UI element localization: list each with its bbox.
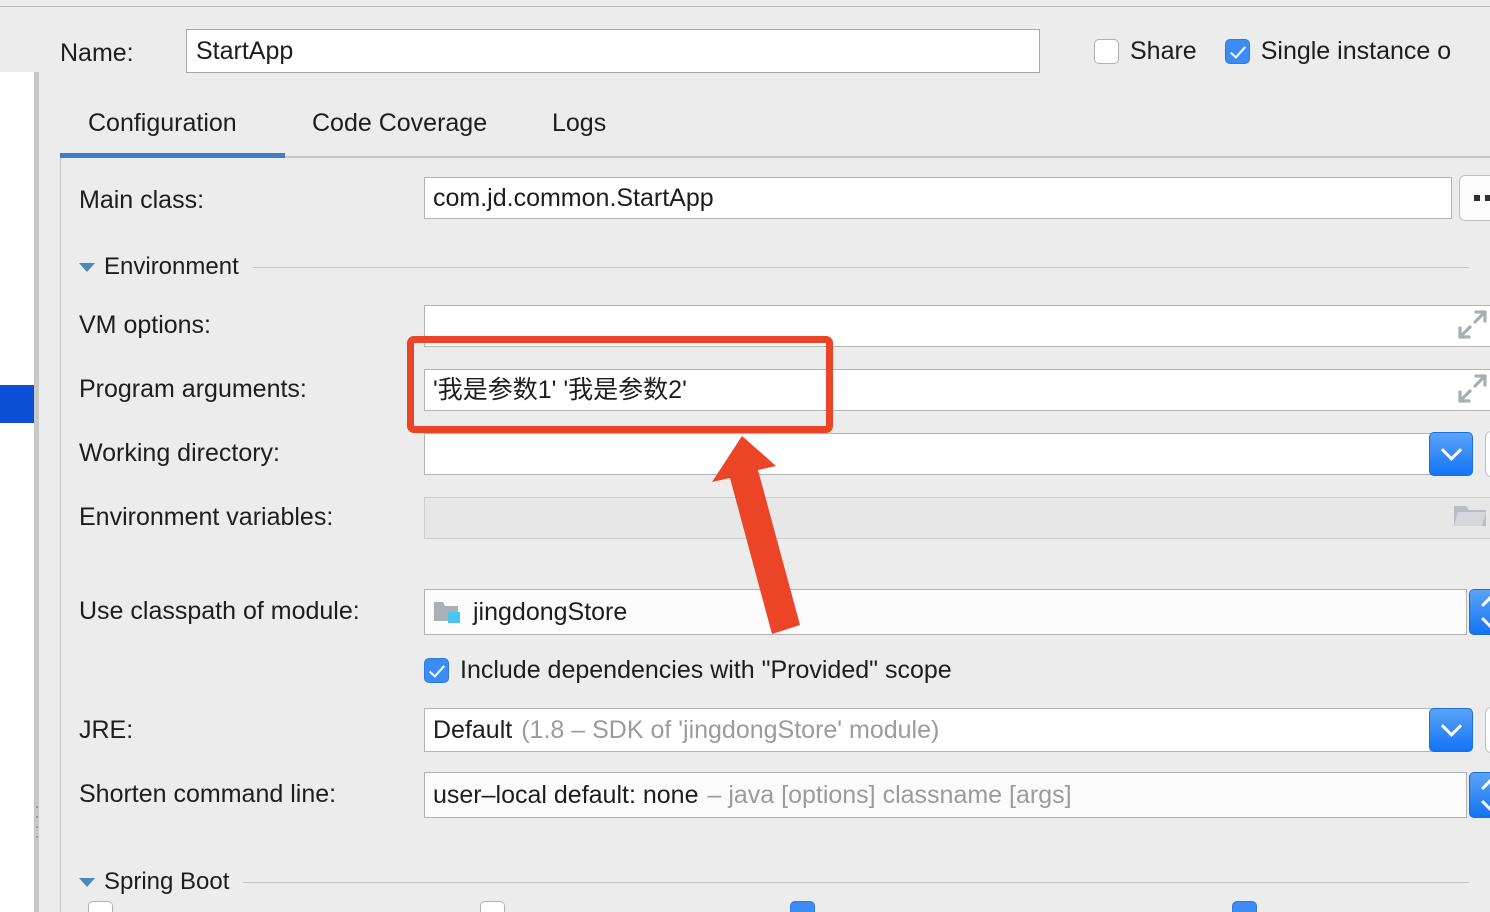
expand-arrows-icon[interactable] bbox=[1457, 310, 1487, 340]
share-checkbox[interactable] bbox=[1094, 38, 1119, 64]
include-provided-row: Include dependencies with "Provided" sco… bbox=[424, 656, 952, 685]
spring-boot-option-2-checkbox[interactable] bbox=[480, 901, 505, 912]
header-options: Share Single instance o bbox=[1094, 29, 1451, 73]
single-instance-checkbox[interactable] bbox=[1224, 38, 1250, 64]
environment-section-header[interactable]: Environment bbox=[79, 253, 1469, 281]
classpath-module-label: Use classpath of module: bbox=[79, 597, 360, 625]
stepper-down-icon bbox=[1481, 792, 1490, 813]
program-arguments-label: Program arguments: bbox=[79, 375, 307, 403]
shorten-command-line-label: Shorten command line: bbox=[79, 780, 337, 808]
shorten-command-line-stepper[interactable] bbox=[1469, 772, 1490, 818]
name-label: Name: bbox=[60, 39, 134, 67]
shorten-command-line-hint: – java [options] classname [args] bbox=[707, 780, 1072, 809]
share-label: Share bbox=[1130, 36, 1197, 65]
include-provided-label: Include dependencies with "Provided" sco… bbox=[460, 656, 952, 684]
vm-options-input[interactable] bbox=[424, 305, 1490, 347]
spring-boot-option-1-checkbox[interactable] bbox=[88, 901, 113, 912]
project-tree-panel[interactable] bbox=[0, 72, 34, 912]
expand-arrows-icon[interactable] bbox=[1457, 374, 1487, 404]
chevron-down-icon bbox=[1440, 715, 1462, 737]
classpath-module-stepper[interactable] bbox=[1469, 589, 1490, 635]
name-input[interactable] bbox=[186, 29, 1040, 73]
main-class-value: com.jd.common.StartApp bbox=[433, 183, 714, 212]
spring-boot-section-label: Spring Boot bbox=[104, 868, 230, 895]
single-instance-label: Single instance o bbox=[1260, 36, 1452, 65]
module-folder-icon bbox=[434, 602, 460, 623]
spring-boot-option-3-checkbox[interactable] bbox=[790, 901, 815, 912]
working-directory-dropdown-button[interactable] bbox=[1429, 432, 1473, 476]
main-class-browse-button[interactable] bbox=[1459, 175, 1490, 221]
vm-options-label: VM options: bbox=[79, 311, 212, 339]
spring-boot-section-header[interactable]: Spring Boot bbox=[79, 868, 1469, 896]
section-divider bbox=[243, 881, 1469, 883]
dialog-body: Name: Share Single instance o Configurat… bbox=[39, 7, 1490, 912]
main-class-input[interactable]: com.jd.common.StartApp bbox=[424, 177, 1452, 219]
chevron-down-icon bbox=[1440, 439, 1462, 461]
jre-value: Default bbox=[433, 715, 513, 744]
ellipsis-icon bbox=[1474, 195, 1480, 201]
stepper-down-icon bbox=[1481, 609, 1490, 630]
spring-boot-option-4-checkbox[interactable] bbox=[1232, 901, 1257, 912]
working-directory-browse-button[interactable] bbox=[1485, 431, 1490, 477]
triangle-down-icon[interactable] bbox=[79, 877, 95, 887]
jre-value-hint: (1.8 – SDK of 'jingdongStore' module) bbox=[521, 715, 940, 744]
triangle-down-icon[interactable] bbox=[79, 262, 95, 272]
classpath-module-value: jingdongStore bbox=[473, 597, 628, 626]
run-configuration-dialog: Name: Share Single instance o Configurat… bbox=[0, 0, 1490, 912]
jre-browse-button[interactable] bbox=[1485, 707, 1490, 753]
tab-logs[interactable]: Logs bbox=[552, 103, 606, 151]
configuration-panel: Main class: com.jd.common.StartApp Envir… bbox=[60, 158, 1490, 912]
environment-variables-label: Environment variables: bbox=[79, 503, 334, 531]
program-arguments-value: '我是参数1' '我是参数2' bbox=[433, 375, 687, 404]
classpath-module-combo[interactable]: jingdongStore bbox=[424, 589, 1467, 635]
working-directory-label: Working directory: bbox=[79, 439, 280, 467]
working-directory-input[interactable] bbox=[424, 433, 1467, 475]
main-class-label: Main class: bbox=[79, 186, 205, 214]
program-arguments-input[interactable]: '我是参数1' '我是参数2' bbox=[424, 369, 1490, 411]
tab-bar: Configuration Code Coverage Logs bbox=[60, 103, 1490, 155]
section-divider bbox=[252, 266, 1469, 268]
ellipsis-icon bbox=[1485, 195, 1490, 201]
project-tree-selected-item[interactable] bbox=[0, 385, 34, 423]
jre-combo[interactable]: Default (1.8 – SDK of 'jingdongStore' mo… bbox=[424, 708, 1467, 752]
shorten-command-line-value: user–local default: none bbox=[433, 780, 699, 809]
environment-section-label: Environment bbox=[104, 253, 239, 280]
include-provided-checkbox[interactable] bbox=[424, 658, 449, 683]
environment-variables-input[interactable] bbox=[424, 497, 1490, 539]
tab-code-coverage[interactable]: Code Coverage bbox=[312, 103, 487, 151]
tab-configuration[interactable]: Configuration bbox=[88, 103, 237, 151]
jre-dropdown-button[interactable] bbox=[1429, 708, 1473, 752]
jre-label: JRE: bbox=[79, 716, 134, 744]
window-chrome-bar bbox=[0, 0, 1490, 7]
folder-icon[interactable] bbox=[1453, 502, 1487, 528]
shorten-command-line-combo[interactable]: user–local default: none – java [options… bbox=[424, 772, 1467, 818]
